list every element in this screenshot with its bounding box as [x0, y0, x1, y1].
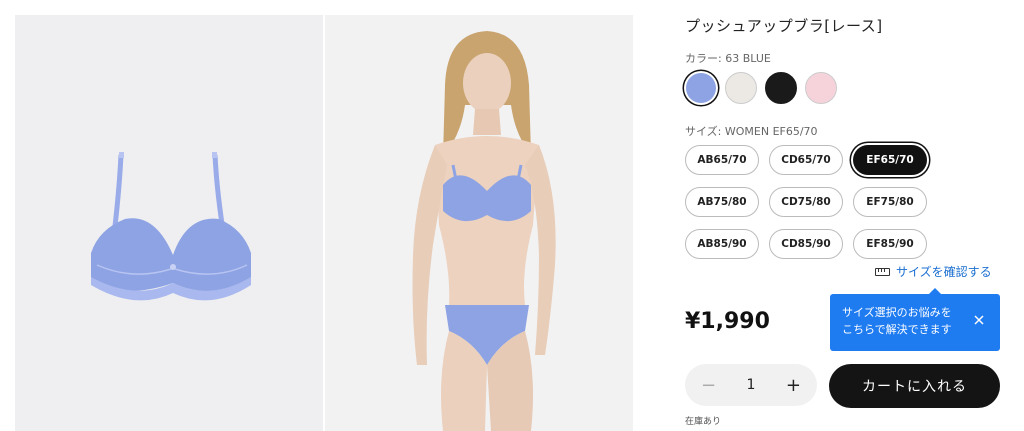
size-option[interactable]: AB65/70: [685, 145, 759, 175]
size-option[interactable]: CD75/80: [769, 187, 843, 217]
product-gallery: [15, 15, 633, 431]
quantity-increase-button[interactable]: +: [786, 375, 801, 396]
size-options: AB65/70 CD65/70 EF65/70 AB75/80 CD75/80 …: [685, 145, 945, 259]
size-option[interactable]: CD65/70: [769, 145, 843, 175]
size-option[interactable]: AB75/80: [685, 187, 759, 217]
size-option[interactable]: EF75/80: [853, 187, 927, 217]
tooltip-line-2: こちらで解決できます: [842, 323, 952, 336]
product-price: ¥1,990: [685, 309, 770, 334]
color-swatch-blue[interactable]: [686, 73, 716, 103]
color-swatches: [685, 72, 837, 104]
size-guide-link[interactable]: サイズを確認する: [875, 263, 992, 280]
size-label: サイズ: WOMEN EF65/70: [685, 125, 818, 138]
product-image-flat[interactable]: [15, 15, 323, 431]
color-swatch-pink[interactable]: [805, 72, 837, 104]
color-label: カラー: 63 BLUE: [685, 52, 771, 65]
quantity-stepper: − 1 +: [685, 364, 817, 406]
add-to-cart-button[interactable]: カートに入れる: [829, 364, 1000, 408]
tooltip-line-1: サイズ選択のお悩みを: [842, 306, 952, 319]
product-image-model[interactable]: [325, 15, 633, 431]
quantity-decrease-button[interactable]: −: [701, 375, 716, 396]
size-option[interactable]: EF85/90: [853, 229, 927, 259]
size-guide-label: サイズを確認する: [896, 265, 992, 279]
size-help-tooltip: サイズ選択のお悩みを こちらで解決できます: [830, 288, 1000, 351]
product-info: プッシュアップブラ[レース] カラー: 63 BLUE サイズ: WOMEN E…: [685, 0, 1005, 431]
quantity-value: 1: [746, 377, 756, 393]
ruler-icon: [875, 267, 890, 276]
color-swatch-black[interactable]: [765, 72, 797, 104]
stock-status: 在庫あり: [685, 417, 722, 427]
color-swatch-offwhite[interactable]: [725, 72, 757, 104]
size-option[interactable]: AB85/90: [685, 229, 759, 259]
bra-image: [91, 152, 251, 301]
model-image: [412, 31, 556, 431]
close-icon[interactable]: [972, 313, 986, 327]
product-title: プッシュアップブラ[レース]: [685, 17, 883, 35]
size-option-selected[interactable]: EF65/70: [853, 145, 927, 175]
size-option[interactable]: CD85/90: [769, 229, 843, 259]
